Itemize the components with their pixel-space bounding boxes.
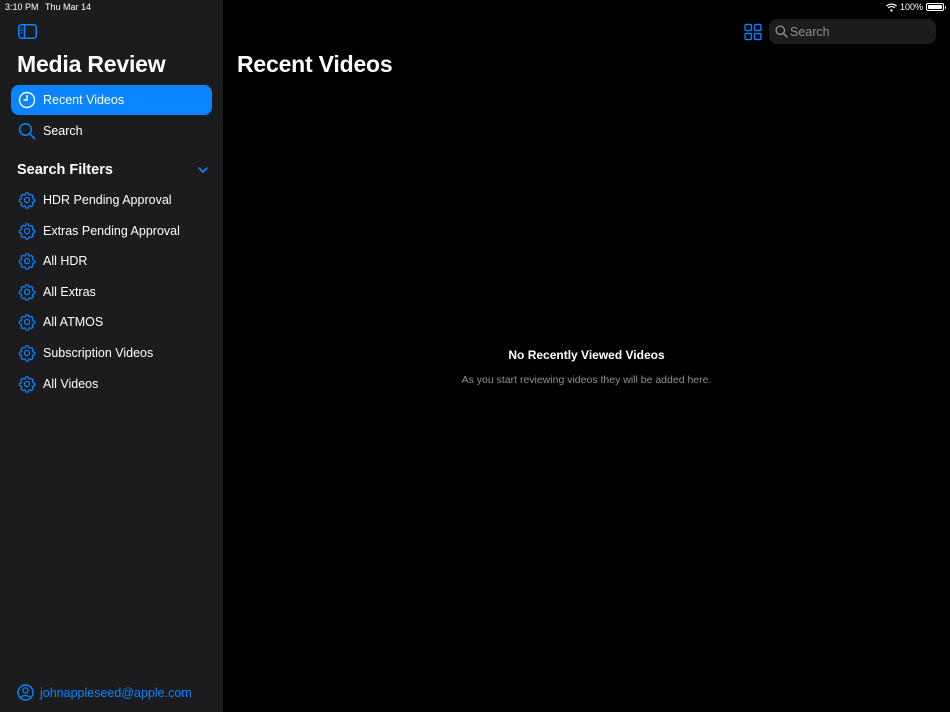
sidebar-item-search[interactable]: Search (11, 116, 212, 146)
sidebar-toggle-button[interactable] (18, 24, 37, 39)
battery-percent: 100% (899, 2, 923, 12)
empty-state-title: No Recently Viewed Videos (508, 348, 665, 362)
grid-view-button[interactable] (744, 23, 762, 41)
search-input[interactable] (790, 19, 930, 44)
search-field[interactable] (769, 19, 936, 44)
gear-icon (18, 192, 36, 209)
page-title: Recent Videos (237, 51, 393, 77)
filter-label: All Videos (43, 376, 99, 391)
gear-icon (18, 345, 36, 362)
chevron-down-icon[interactable] (197, 164, 209, 176)
account-button[interactable]: johnappleseed@apple.com (17, 684, 192, 701)
sidebar-filter-item[interactable]: All Videos (11, 370, 212, 398)
gear-icon (18, 222, 36, 240)
main-content: 100% Recent Videos No Recently Viewed Vi… (223, 0, 950, 712)
wifi-icon (886, 3, 897, 12)
sidebar-item-label: Recent Videos (43, 93, 125, 107)
search-icon (18, 122, 36, 140)
gear-icon (18, 253, 36, 270)
app-title: Media Review (17, 51, 166, 77)
sidebar: 3:10 PM Thu Mar 14 Media Review Recent V… (0, 0, 223, 712)
section-title: Search Filters (17, 162, 113, 178)
gear-icon (18, 375, 36, 393)
filter-label: All Extras (43, 284, 96, 299)
filter-label: All HDR (43, 254, 88, 269)
empty-state-message: As you start reviewing videos they will … (461, 374, 712, 386)
account-email[interactable]: johnappleseed@apple.com (40, 686, 192, 700)
battery-fill (928, 5, 942, 9)
sidebar-filter-item[interactable]: Subscription Videos (11, 339, 212, 367)
sidebar-filter-item[interactable]: All HDR (11, 247, 212, 275)
sidebar-item-label: Search (43, 124, 83, 138)
filter-label: All ATMOS (43, 315, 104, 330)
filter-label: Extras Pending Approval (43, 223, 180, 238)
sidebar-filter-item[interactable]: All ATMOS (11, 308, 212, 336)
status-indicators: 100% (886, 2, 946, 12)
clock-icon (18, 91, 36, 109)
grid-icon (744, 23, 762, 41)
search-icon (775, 25, 788, 38)
sidebar-filter-item[interactable]: All Extras (11, 278, 212, 306)
sidebar-toggle-icon (18, 24, 37, 39)
gear-icon (18, 314, 36, 332)
sidebar-filter-item[interactable]: Extras Pending Approval (11, 217, 212, 245)
person-circle-icon (17, 684, 34, 701)
filter-label: HDR Pending Approval (43, 193, 172, 207)
status-time-overlay: 3:10 PM (5, 2, 39, 12)
sidebar-filter-item[interactable]: HDR Pending Approval (11, 186, 212, 214)
filter-label: Subscription Videos (43, 346, 154, 360)
sidebar-item-recent-videos[interactable]: Recent Videos (11, 85, 212, 115)
search-filters-header[interactable]: Search Filters (17, 160, 212, 180)
status-date-overlay: Thu Mar 14 (45, 2, 92, 12)
battery-icon (926, 3, 946, 11)
gear-icon (18, 283, 36, 301)
